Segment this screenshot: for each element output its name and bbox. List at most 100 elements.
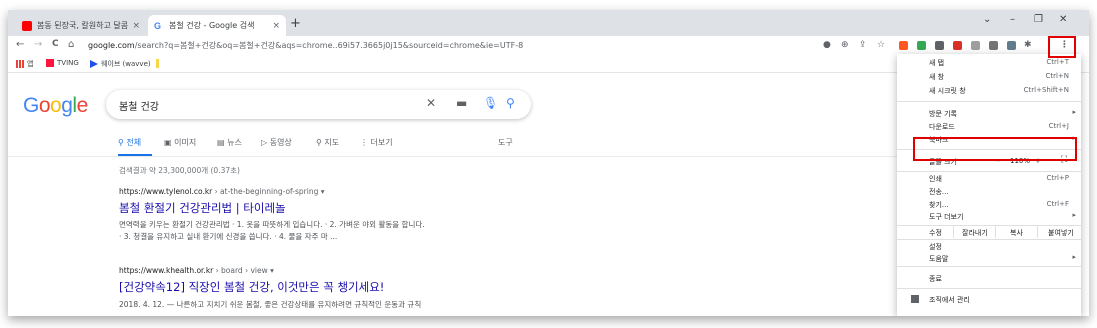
bookmark-tving[interactable]: TVING — [46, 59, 79, 67]
extensions-puzzle-icon[interactable]: ✱ — [1024, 40, 1032, 50]
extension-icon[interactable] — [971, 41, 980, 50]
new-tab-button[interactable]: + — [290, 16, 301, 31]
menu-divider — [897, 266, 1081, 267]
result-url[interactable]: https://www.tylenol.co.kr › at-the-begin… — [119, 187, 325, 196]
tab-more[interactable]: ⋮ 더보기 — [360, 137, 393, 148]
share-icon[interactable]: ⇪ — [859, 40, 867, 50]
menu-item-print[interactable]: 인쇄 Ctrl+P — [897, 173, 1081, 185]
building-icon — [911, 295, 919, 303]
highlight-zoom-row — [913, 137, 1077, 161]
menu-item-help[interactable]: 도움말 ▸ — [897, 253, 1081, 265]
tab-title: 봄동 된장국, 칼원하고 달콤 구수 — [37, 21, 129, 30]
tab-search-chevron-icon[interactable]: ⌄ — [983, 14, 991, 25]
bookmark-star-icon[interactable]: ☆ — [877, 40, 885, 50]
menu-divider — [897, 171, 1081, 172]
bookmark-label: 웨이브 (wavve) — [101, 60, 151, 68]
tab-close-button[interactable]: × — [132, 21, 140, 31]
extension-icon[interactable] — [989, 41, 998, 50]
result-url[interactable]: https://www.khealth.or.kr › board › view… — [119, 266, 274, 275]
menu-edit-row: 수정 잘라내기 복사 붙여넣기 — [897, 226, 1081, 238]
video-icon: ▷ — [261, 138, 270, 147]
chrome-menu: 새 탭 Ctrl+T 새 창 Ctrl+N 새 시크릿 창 Ctrl+Shift+N … — [897, 54, 1081, 316]
tab-youtube[interactable]: 봄동 된장국, 칼원하고 달콤 구수 × — [16, 15, 146, 36]
google-icon: G — [154, 20, 162, 31]
menu-divider — [897, 239, 1081, 240]
clear-icon[interactable]: ✕ — [426, 96, 436, 110]
extension-icon[interactable] — [899, 41, 908, 50]
submenu-arrow-icon: ▸ — [1072, 253, 1076, 261]
search-icon[interactable]: ⚲ — [506, 96, 515, 110]
minimize-button[interactable]: – — [1010, 14, 1015, 25]
browser-toolbar: ← → C ⌂ google.com/search?q=봄철+건강&oq=봄철+… — [8, 36, 1089, 56]
copy-button[interactable]: 복사 — [995, 226, 1037, 238]
tools-button[interactable]: 도구 — [498, 137, 513, 148]
tab-close-button[interactable]: × — [272, 21, 280, 31]
result-title-link[interactable]: 봄철 환절기 건강관리법 | 타이레놀 — [119, 200, 286, 216]
home-button[interactable]: ⌂ — [68, 39, 74, 50]
close-window-button[interactable]: ✕ — [1059, 14, 1067, 25]
search-input[interactable]: 봄철 건강 — [119, 98, 159, 113]
address-bar[interactable]: google.com/search?q=봄철+건강&oq=봄철+건강&aqs=c… — [88, 40, 523, 51]
bookmark-folder-icon[interactable] — [156, 59, 159, 68]
microphone-icon[interactable]: 🎙 — [483, 96, 498, 110]
location-icon[interactable]: ● — [823, 40, 831, 50]
menu-item-more-tools[interactable]: 도구 더보기 ▸ — [897, 211, 1081, 223]
tab-images[interactable]: ▣ 이미지 — [164, 137, 196, 148]
pdf-extension-icon[interactable] — [953, 41, 962, 50]
extension-icon[interactable] — [917, 41, 926, 50]
bookmark-apps[interactable]: 앱 — [16, 59, 33, 69]
tab-maps[interactable]: ⚲ 지도 — [316, 137, 339, 148]
url-path: /search?q=봄철+건강&oq=봄철+건강&aqs=chrome..69i… — [134, 41, 524, 50]
back-button[interactable]: ← — [16, 39, 24, 50]
keyboard-icon[interactable]: ▬ — [456, 96, 467, 110]
bookmark-wavve[interactable]: 웨이브 (wavve) — [90, 59, 151, 69]
result-snippet: 면역력을 키우는 환절기 건강관리법 · 1. 옷을 따뜻하게 입습니다. · … — [119, 220, 425, 229]
wavve-icon — [90, 60, 98, 68]
menu-item-exit[interactable]: 종료 — [897, 273, 1081, 285]
reload-button[interactable]: C — [52, 39, 59, 49]
restore-button[interactable]: ❐ — [1034, 14, 1043, 25]
tab-title: 봄철 건강 - Google 검색 — [169, 21, 255, 30]
url-host: google.com — [88, 41, 135, 50]
menu-divider — [897, 101, 1081, 102]
extension-icon[interactable] — [935, 41, 944, 50]
apps-grid-icon — [16, 60, 24, 68]
submenu-arrow-icon: ▸ — [1072, 108, 1076, 116]
more-dots-icon: ⋮ — [360, 138, 371, 147]
bookmark-label: TVING — [57, 59, 79, 67]
youtube-icon — [22, 20, 32, 31]
forward-button[interactable]: → — [34, 39, 42, 50]
tabs-divider — [8, 156, 898, 157]
menu-item-new-window[interactable]: 새 창 Ctrl+N — [897, 71, 1081, 83]
extension-icon[interactable] — [1007, 41, 1016, 50]
result-stats: 검색결과 약 23,300,000개 (0.37초) — [119, 166, 240, 175]
menu-item-managed[interactable]: 조직에서 관리 — [897, 294, 1081, 306]
menu-item-incognito[interactable]: 새 시크릿 창 Ctrl+Shift+N — [897, 85, 1081, 97]
google-logo[interactable]: Google — [23, 94, 88, 118]
result-snippet: · 3. 청결을 유지하고 실내 환기에 신경을 씁니다. · 4. 물을 자주… — [119, 232, 338, 241]
menu-divider — [897, 288, 1081, 289]
bookmark-label: 앱 — [27, 60, 34, 68]
search-box[interactable]: 봄철 건강 ✕ ▬ 🎙 ⚲ — [106, 90, 531, 119]
tab-news[interactable]: ▤ 뉴스 — [217, 137, 242, 148]
highlight-more-menu — [1048, 36, 1076, 58]
tab-strip: 봄동 된장국, 칼원하고 달콤 구수 × G 봄철 건강 - Google 검색… — [8, 10, 1089, 36]
tab-google-search[interactable]: G 봄철 건강 - Google 검색 × — [148, 15, 286, 36]
result-title-link[interactable]: [건강약속12] 직장인 봄철 건강, 이것만은 꼭 챙기세요! — [119, 279, 384, 295]
menu-item-history[interactable]: 방문 기록 ▸ — [897, 108, 1081, 120]
result-snippet: 2018. 4. 12. — 나른하고 지치기 쉬운 봄철, 좋은 건강상태를 … — [119, 300, 422, 309]
menu-item-downloads[interactable]: 다운로드 Ctrl+J — [897, 121, 1081, 133]
tab-videos[interactable]: ▷ 동영상 — [261, 137, 292, 148]
submenu-arrow-icon: ▸ — [1072, 211, 1076, 219]
tving-icon — [46, 59, 54, 67]
image-icon: ▣ — [164, 138, 175, 147]
cut-button[interactable]: 잘라내기 — [953, 226, 995, 238]
menu-item-find[interactable]: 찾기... Ctrl+F — [897, 199, 1081, 211]
tab-all[interactable]: ⚲ 전체 — [118, 137, 141, 148]
paste-button[interactable]: 붙여넣기 — [1037, 226, 1081, 238]
menu-item-new-tab[interactable]: 새 탭 Ctrl+T — [897, 57, 1081, 69]
zoom-lens-icon[interactable]: ⊕ — [841, 40, 849, 50]
search-tabs: ⚲ 전체 ▣ 이미지 ▤ 뉴스 ▷ 동영상 ⚲ 지도 ⋮ 더보기 도구 — [118, 137, 538, 153]
menu-item-settings[interactable]: 설정 — [897, 241, 1081, 253]
menu-item-cast[interactable]: 전송... — [897, 186, 1081, 198]
